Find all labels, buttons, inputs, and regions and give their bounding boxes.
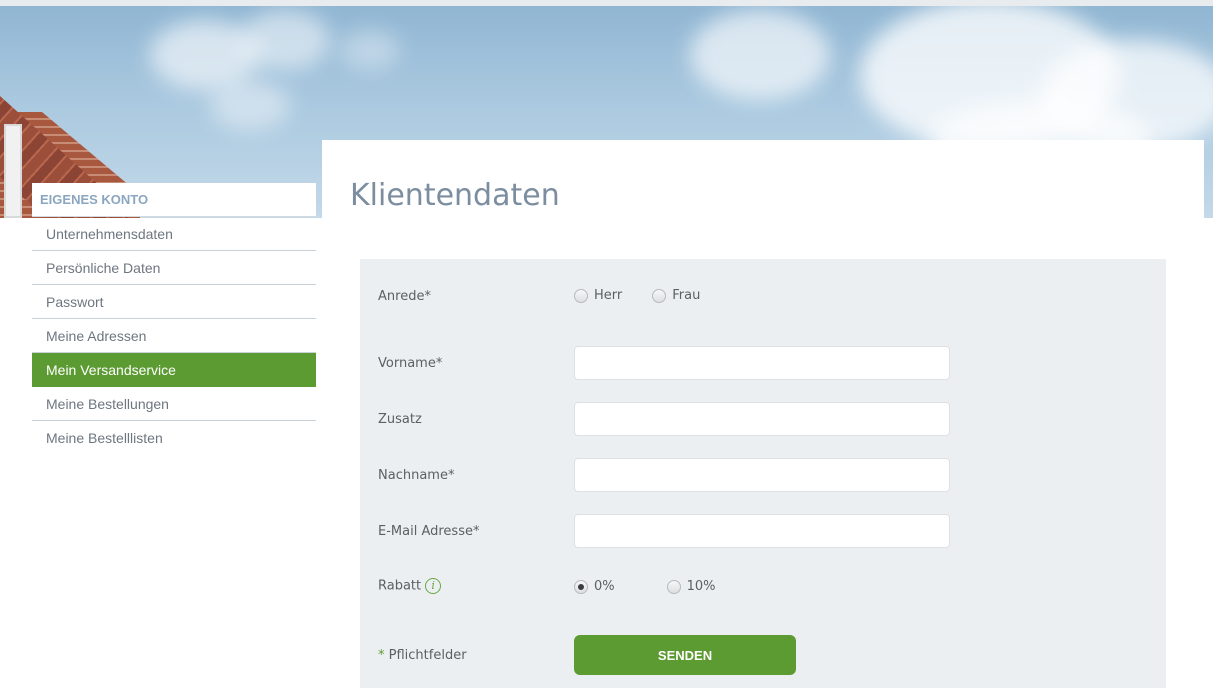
first-name-label: Vorname*	[378, 356, 443, 371]
salutation-row: Anrede* Herr Frau	[360, 288, 1166, 306]
addition-row: Zusatz	[360, 402, 1166, 436]
salutation-frau-label[interactable]: Frau	[672, 288, 700, 303]
discount-0-label[interactable]: 0%	[594, 579, 615, 594]
required-fields-text: Pflichtfelder	[384, 648, 467, 663]
email-label: E-Mail Adresse*	[378, 524, 480, 539]
house-window	[4, 124, 22, 218]
first-name-row: Vorname*	[360, 346, 1166, 380]
sidebar-item-unternehmensdaten[interactable]: Unternehmensdaten	[32, 217, 316, 251]
page-title: Klientendaten	[350, 178, 560, 213]
main-content: Klientendaten Anrede* Herr Frau Vorname*…	[322, 140, 1204, 688]
first-name-field[interactable]	[574, 346, 950, 380]
discount-radio-group: 0% 10%	[574, 579, 716, 594]
sidebar-item-meine-bestelllisten[interactable]: Meine Bestelllisten	[32, 421, 316, 455]
last-name-row: Nachname*	[360, 458, 1166, 492]
sidebar-item-persoenliche-daten[interactable]: Persönliche Daten	[32, 251, 316, 285]
salutation-frau-radio[interactable]	[652, 288, 667, 303]
sidebar-item-passwort[interactable]: Passwort	[32, 285, 316, 319]
discount-label-wrap: Rabatt i	[378, 578, 442, 594]
sidebar-item-meine-bestellungen[interactable]: Meine Bestellungen	[32, 387, 316, 421]
discount-0-radio[interactable]	[574, 579, 588, 594]
salutation-label: Anrede*	[378, 289, 431, 304]
salutation-herr-radio[interactable]	[574, 288, 588, 303]
cloud-shape	[210, 80, 290, 130]
cloud-shape	[240, 10, 330, 70]
discount-label: Rabatt	[378, 578, 422, 594]
client-data-form: Anrede* Herr Frau Vorname* Zusatz Nachna…	[360, 259, 1166, 688]
sidebar-heading: EIGENES KONTO	[32, 183, 316, 217]
sidebar-menu: Unternehmensdaten Persönliche Daten Pass…	[32, 217, 316, 455]
discount-10-radio[interactable]	[666, 579, 681, 594]
sidebar-item-mein-versandservice[interactable]: Mein Versandservice	[32, 353, 316, 387]
salutation-herr-label[interactable]: Herr	[594, 288, 622, 303]
last-name-field[interactable]	[574, 458, 950, 492]
required-fields-note: * Pflichtfelder	[378, 648, 467, 663]
top-border-strip	[0, 0, 1213, 6]
info-icon[interactable]: i	[425, 578, 442, 594]
sidebar-item-meine-adressen[interactable]: Meine Adressen	[32, 319, 316, 353]
discount-10-label[interactable]: 10%	[687, 579, 716, 594]
discount-row: Rabatt i 0% 10%	[360, 577, 1166, 597]
send-button[interactable]: SENDEN	[574, 635, 796, 675]
cloud-shape	[340, 30, 400, 70]
salutation-radio-group: Herr Frau	[574, 288, 700, 303]
cloud-shape	[690, 10, 830, 100]
email-row: E-Mail Adresse*	[360, 514, 1166, 548]
addition-field[interactable]	[574, 402, 950, 436]
last-name-label: Nachname*	[378, 468, 455, 483]
addition-label: Zusatz	[378, 412, 422, 427]
email-field[interactable]	[574, 514, 950, 548]
account-sidebar: EIGENES KONTO Unternehmensdaten Persönli…	[32, 183, 316, 455]
